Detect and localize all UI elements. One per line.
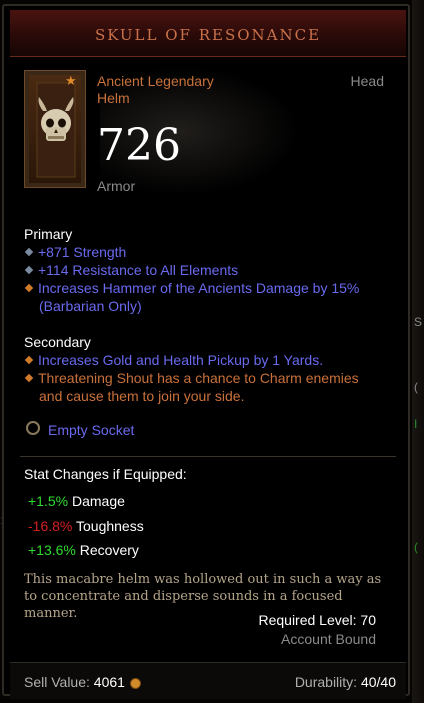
durability-label: Durability: <box>294 674 358 690</box>
sell-value: Sell Value: 4061 <box>24 674 141 690</box>
secondary-affix-2: Threatening Shout has a chance to Charm … <box>24 369 394 405</box>
legendary-bullet-icon <box>24 284 34 293</box>
background-panel-edge: S ( I ( <box>412 0 424 703</box>
stat-name: Damage <box>71 493 125 509</box>
tooltip-footer: Sell Value: 4061 Durability: 40/40 <box>10 662 406 699</box>
secondary-affix-1: Increases Gold and Health Pickup by 1 Ya… <box>24 351 394 369</box>
durability-value: 40/40 <box>360 674 396 690</box>
sell-label: Sell Value: <box>24 674 90 690</box>
required-level: Required Level: 70 <box>258 612 376 628</box>
durability: Durability: 40/40 <box>295 674 396 690</box>
stat-delta: +13.6% <box>28 542 76 558</box>
socket-icon <box>26 421 40 435</box>
affix-text-continued: and cause them to join your side. <box>39 388 245 404</box>
divider <box>20 456 396 457</box>
edge-glyph: S <box>414 315 423 329</box>
secondary-heading: Secondary <box>24 334 91 350</box>
affix-text-continued: (Barbarian Only) <box>39 298 142 314</box>
affix-bullet-icon <box>24 248 34 257</box>
item-title: SKULL OF RESONANCE <box>94 26 322 44</box>
stat-delta: +1.5% <box>28 493 69 509</box>
stat-change-toughness: -16.8% Toughness <box>28 518 144 534</box>
primary-affix-1: +871 Strength <box>24 243 394 261</box>
account-bound: Account Bound <box>281 631 376 647</box>
affix-text: Increases Gold and Health Pickup by 1 Ya… <box>38 352 324 368</box>
item-slot: Head <box>350 73 384 89</box>
stat-change-recovery: +13.6% Recovery <box>28 542 139 558</box>
stat-change-damage: +1.5% Damage <box>28 493 125 509</box>
armor-label: Armor <box>97 178 136 194</box>
item-icon-frame: ★ <box>24 70 86 188</box>
armor-value: 726 <box>97 120 181 171</box>
stat-name: Recovery <box>79 542 139 558</box>
item-rarity-type: Ancient Legendary Helm <box>97 73 214 107</box>
primary-affix-3: Increases Hammer of the Ancients Damage … <box>24 279 394 315</box>
item-tooltip: SKULL OF RESONANCE ★ Ancient Legendary H… <box>2 4 410 699</box>
affix-text: Increases Hammer of the Ancients Damage … <box>38 280 360 296</box>
legendary-bullet-icon <box>24 374 34 383</box>
affix-text: +114 Resistance to All Elements <box>38 262 239 278</box>
affix-text: +871 Strength <box>38 244 127 260</box>
primary-heading: Primary <box>24 226 73 242</box>
affix-bullet-icon <box>24 266 34 275</box>
primary-affix-2: +114 Resistance to All Elements <box>24 261 394 279</box>
ancient-star-icon: ★ <box>65 73 77 88</box>
item-rarity: Ancient Legendary <box>97 73 214 89</box>
edge-glyph: I <box>414 417 418 431</box>
stat-delta: -16.8% <box>28 518 73 534</box>
tooltip-header: SKULL OF RESONANCE <box>10 10 406 57</box>
item-type: Helm <box>97 90 130 106</box>
item-icon-background <box>29 75 81 183</box>
stat-name: Toughness <box>76 518 144 534</box>
stat-changes-heading: Stat Changes if Equipped: <box>24 466 187 482</box>
edge-glyph: ( <box>414 380 418 394</box>
socket-label: Empty Socket <box>48 422 135 438</box>
sell-amount: 4061 <box>93 674 125 690</box>
legendary-bullet-icon <box>24 356 34 365</box>
affix-text: Threatening Shout has a chance to Charm … <box>38 370 359 386</box>
gold-coin-icon <box>129 677 141 689</box>
edge-glyph: ( <box>414 540 418 554</box>
skull-helm-icon <box>36 82 76 178</box>
